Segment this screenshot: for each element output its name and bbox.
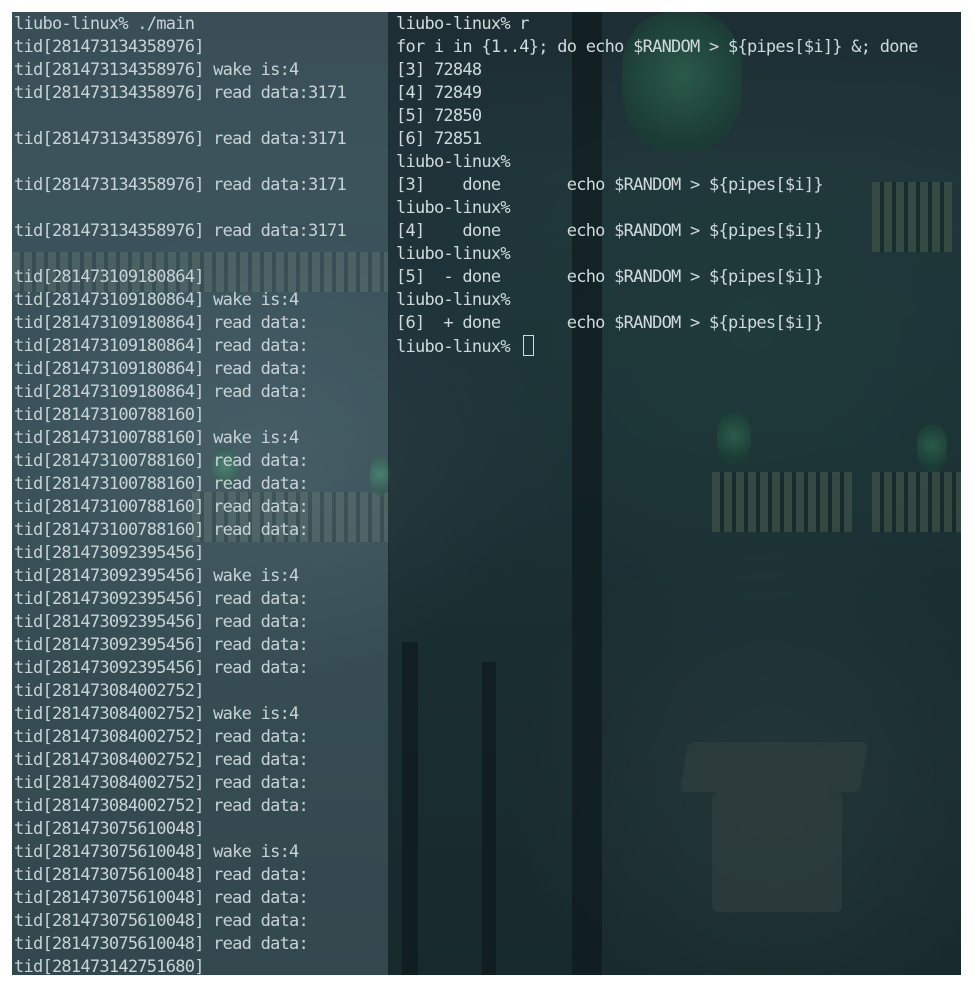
- terminal-line: liubo-linux%: [396, 152, 511, 172]
- terminal-line: tid[281473100788160]: [14, 405, 204, 425]
- terminal-line: tid[281473134358976] read data:3171: [14, 83, 347, 103]
- terminal-line: tid[281473100788160] read data:: [14, 451, 309, 471]
- terminal-line: for i in {1..4}; do echo $RANDOM > ${pip…: [396, 37, 918, 57]
- terminal-line: [5] 72850: [396, 106, 482, 126]
- terminal-line: tid[281473109180864] read data:: [14, 359, 309, 379]
- terminal-line: tid[281473092395456] read data:: [14, 658, 309, 678]
- terminal-line: liubo-linux% ./main: [14, 14, 195, 34]
- terminal-line: tid[281473075610048] read data:: [14, 865, 309, 885]
- terminal-line: tid[281473134358976]: [14, 37, 204, 57]
- terminal-line: tid[281473075610048] read data:: [14, 888, 309, 908]
- terminal-line: tid[281473075610048]: [14, 819, 204, 839]
- terminal-line: tid[281473109180864] read data:: [14, 313, 309, 333]
- terminal-line: tid[281473109180864] wake is:4: [14, 290, 299, 310]
- terminal-line: tid[281473134358976] read data:3171: [14, 175, 347, 195]
- terminal-line: tid[281473084002752]: [14, 681, 204, 701]
- terminal-line: tid[281473100788160] read data:: [14, 520, 309, 540]
- terminal-line: tid[281473084002752] wake is:4: [14, 704, 299, 724]
- terminal-line: tid[281473084002752] read data:: [14, 727, 309, 747]
- text-cursor: [523, 335, 535, 356]
- terminal-line: tid[281473075610048] read data:: [14, 911, 309, 931]
- terminal-line: tid[281473100788160] read data:: [14, 497, 309, 517]
- terminal-line: tid[281473100788160] wake is:4: [14, 428, 299, 448]
- terminal-line: tid[281473092395456] read data:: [14, 589, 309, 609]
- terminal-line: tid[281473092395456] read data:: [14, 635, 309, 655]
- terminal-line: [4] done echo $RANDOM > ${pipes[$i]}: [396, 221, 824, 241]
- terminal-line: tid[281473084002752] read data:: [14, 750, 309, 770]
- terminal-line: tid[281473109180864] read data:: [14, 382, 309, 402]
- terminal-line: tid[281473109180864]: [14, 267, 204, 287]
- terminal-line: [6] + done echo $RANDOM > ${pipes[$i]}: [396, 313, 824, 333]
- terminal-line: liubo-linux% r: [396, 14, 530, 34]
- terminal-line: [3] done echo $RANDOM > ${pipes[$i]}: [396, 175, 824, 195]
- terminal-line: tid[281473075610048] wake is:4: [14, 842, 299, 862]
- terminal-line: [4] 72849: [396, 83, 482, 103]
- terminal-line: tid[281473100788160] read data:: [14, 474, 309, 494]
- terminal-window: liubo-linux% ./main tid[281473134358976] t…: [12, 12, 961, 975]
- terminal-line: tid[281473084002752] read data:: [14, 773, 309, 793]
- terminal-line: tid[281473134358976] read data:3171: [14, 129, 347, 149]
- terminal-line: [6] 72851: [396, 129, 482, 149]
- terminal-line: tid[281473075610048] read data:: [14, 934, 309, 954]
- prompt-line[interactable]: liubo-linux%: [396, 335, 918, 358]
- terminal-line: liubo-linux%: [396, 198, 511, 218]
- terminal-line: tid[281473092395456]: [14, 543, 204, 563]
- terminal-line: tid[281473134358976] wake is:4: [14, 60, 299, 80]
- terminal-line: tid[281473092395456] read data:: [14, 612, 309, 632]
- right-terminal-output: liubo-linux% r for i in {1..4}; do echo $…: [396, 13, 918, 358]
- terminal-line: tid[281473084002752] read data:: [14, 796, 309, 816]
- terminal-line: tid[281473142751680]: [14, 957, 204, 975]
- terminal-line: tid[281473134358976] read data:3171: [14, 221, 347, 241]
- pane-divider[interactable]: [388, 12, 389, 975]
- terminal-line: liubo-linux%: [396, 244, 511, 264]
- terminal-line: liubo-linux%: [396, 290, 511, 310]
- terminal-line: [3] 72848: [396, 60, 482, 80]
- left-terminal-output: liubo-linux% ./main tid[281473134358976] t…: [14, 13, 347, 975]
- terminal-line: [5] - done echo $RANDOM > ${pipes[$i]}: [396, 267, 824, 287]
- terminal-line: tid[281473109180864] read data:: [14, 336, 309, 356]
- shell-prompt: liubo-linux%: [396, 337, 520, 357]
- terminal-line: tid[281473092395456] wake is:4: [14, 566, 299, 586]
